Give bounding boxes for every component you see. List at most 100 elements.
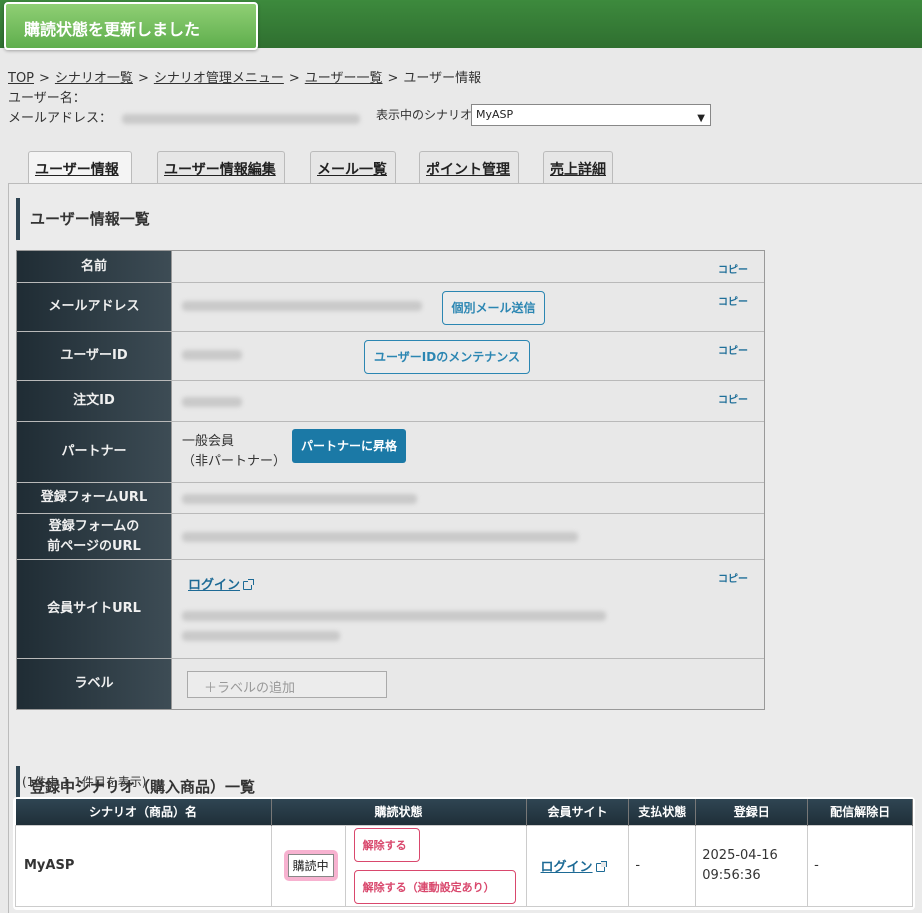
user-info-section-title: ユーザー情報一覧 (16, 198, 150, 240)
registered-date: 2025-04-16 (702, 847, 778, 863)
breadcrumb-user-list-link[interactable]: ユーザー一覧 (305, 71, 383, 86)
info-row-email: メールアドレス 個別メール送信 コピー (17, 283, 764, 332)
email-value-redacted (122, 113, 361, 124)
tab-user-info[interactable]: ユーザー情報 (28, 151, 132, 185)
info-row-form-prev-url: 登録フォームの 前ページのURL (17, 514, 764, 560)
status-badge-column: 購読中 (272, 850, 338, 881)
scenario-table-header: シナリオ（商品）名 購読状態 会員サイト 支払状態 登録日 配信解除日 (15, 799, 913, 825)
status-badge: 購読中 (287, 854, 334, 877)
member-site-cell: ログイン (525, 824, 630, 907)
info-cell-userid: ユーザーIDのメンテナンス コピー (172, 332, 764, 380)
info-header-form-url: 登録フォームURL (17, 483, 172, 513)
user-name-line: ユーザー名： (8, 87, 86, 106)
member-url-redacted-line1 (182, 611, 606, 621)
info-header-form-prev-url: 登録フォームの 前ページのURL (17, 514, 172, 559)
scenario-name-cell: MyASP (15, 824, 272, 907)
info-cell-form-prev-url (172, 514, 764, 559)
partner-status-line2: （非パートナー） (182, 454, 287, 469)
external-link-icon (243, 579, 255, 590)
cancel-subscription-button[interactable]: 解除する (353, 827, 420, 862)
breadcrumb-separator: > (288, 71, 300, 86)
info-cell-label: ＋ラベルの追加 (172, 659, 764, 709)
copy-email-button[interactable]: コピー (718, 293, 748, 308)
breadcrumb-top-link[interactable]: TOP (8, 71, 34, 86)
info-header-member-url: 会員サイトURL (17, 560, 172, 658)
breadcrumb-separator: > (387, 71, 399, 86)
page-content: TOP > シナリオ一覧 > シナリオ管理メニュー > ユーザー一覧 > ユーザー情報 ユーザー… (0, 48, 922, 913)
promote-partner-button[interactable]: パートナーに昇格 (292, 429, 406, 463)
breadcrumb-scenario-list-link[interactable]: シナリオ一覧 (55, 71, 133, 86)
info-header-label: ラベル (17, 659, 172, 709)
form-url-redacted (182, 494, 417, 504)
info-header-partner: パートナー (17, 422, 172, 482)
info-header-email: メールアドレス (17, 283, 172, 331)
userid-maintenance-button[interactable]: ユーザーIDのメンテナンス (364, 340, 530, 374)
payment-status-cell: - (628, 824, 697, 907)
col-scenario-name: シナリオ（商品）名 (15, 799, 272, 825)
breadcrumb-current: ユーザー情報 (403, 71, 482, 86)
col-registered-date: 登録日 (695, 799, 809, 825)
status-cell-inner: 購読中 解除する 解除する（連動設定あり） (272, 825, 526, 906)
partner-status: 一般会員 （非パートナー） (182, 432, 286, 472)
registered-time: 09:56:36 (702, 867, 761, 883)
email-label: メールアドレス： (8, 111, 113, 126)
status-badge-highlight: 購読中 (283, 850, 338, 881)
orderid-redacted (182, 397, 242, 407)
col-subscription-status: 購読状態 (271, 799, 527, 825)
scenario-table-highlight: シナリオ（商品）名 購読状態 会員サイト 支払状態 登録日 配信解除日 MyAS… (13, 797, 915, 910)
col-payment-status: 支払状態 (628, 799, 697, 825)
member-login-link-wrap: ログイン (188, 574, 255, 593)
info-row-orderid: 注文ID コピー (17, 381, 764, 422)
copy-member-url-button[interactable]: コピー (718, 570, 748, 585)
info-header-name: 名前 (17, 251, 172, 282)
info-row-member-url: 会員サイトURL ログイン コピー (17, 560, 764, 659)
breadcrumb-separator: > (137, 71, 149, 86)
copy-userid-button[interactable]: コピー (718, 342, 748, 357)
registered-date-cell: 2025-04-16 09:56:36 (695, 824, 809, 907)
info-row-form-url: 登録フォームURL (17, 483, 764, 514)
col-unsubscribed-date: 配信解除日 (807, 799, 913, 825)
info-cell-name: コピー (172, 251, 764, 282)
info-header-orderid: 注文ID (17, 381, 172, 421)
cancel-buttons: 解除する 解除する（連動設定あり） (344, 825, 516, 906)
info-header-userid: ユーザーID (17, 332, 172, 380)
subscription-status-cell: 購読中 解除する 解除する（連動設定あり） (270, 824, 527, 907)
tab-mail-list[interactable]: メール一覧 (310, 151, 396, 184)
add-label-input[interactable]: ＋ラベルの追加 (187, 671, 387, 698)
info-cell-partner: 一般会員 （非パートナー） パートナーに昇格 (172, 422, 764, 482)
user-info-table: 名前 コピー メールアドレス 個別メール送信 コピー ユーザーID ユーザーID… (16, 250, 765, 710)
result-count: (1件中 1-1件目を表示) (22, 775, 147, 789)
info-cell-member-url: ログイン コピー (172, 560, 764, 658)
table-row: MyASP 購読中 解除する 解除する（連動設定あり） ログイン - 2025-… (15, 824, 913, 907)
copy-name-button[interactable]: コピー (718, 261, 748, 276)
info-cell-form-url (172, 483, 764, 513)
scenario-select[interactable]: MyASP ▼ (471, 104, 711, 126)
copy-orderid-button[interactable]: コピー (718, 391, 748, 406)
chevron-down-icon: ▼ (697, 113, 705, 124)
breadcrumb: TOP > シナリオ一覧 > シナリオ管理メニュー > ユーザー一覧 > ユーザー情報 (8, 67, 481, 86)
scenario-select-label: 表示中のシナリオ (376, 108, 473, 122)
external-link-icon (595, 861, 607, 872)
tab-user-edit[interactable]: ユーザー情報編集 (157, 151, 285, 184)
member-login-link[interactable]: ログイン (188, 578, 240, 593)
scenario-select-value: MyASP (476, 108, 514, 121)
partner-status-line1: 一般会員 (182, 434, 235, 449)
member-url-redacted-line2 (182, 631, 340, 641)
scenario-table: シナリオ（商品）名 購読状態 会員サイト 支払状態 登録日 配信解除日 MyAS… (15, 799, 913, 907)
info-cell-email: 個別メール送信 コピー (172, 283, 764, 331)
cancel-linked-subscription-button[interactable]: 解除する（連動設定あり） (353, 869, 516, 904)
success-toast: 購読状態を更新しました (4, 2, 258, 50)
send-email-button[interactable]: 個別メール送信 (442, 291, 545, 325)
member-site-login-link[interactable]: ログイン (541, 860, 593, 875)
info-cell-orderid: コピー (172, 381, 764, 421)
email-redacted (182, 301, 422, 311)
tab-sales-detail[interactable]: 売上詳細 (543, 151, 613, 184)
tab-points[interactable]: ポイント管理 (419, 151, 519, 184)
info-row-name: 名前 コピー (17, 251, 764, 283)
info-row-label: ラベル ＋ラベルの追加 (17, 659, 764, 709)
userid-redacted (182, 350, 242, 360)
breadcrumb-separator: > (39, 71, 50, 86)
breadcrumb-scenario-menu-link[interactable]: シナリオ管理メニュー (154, 71, 284, 86)
form-prev-url-redacted (182, 532, 578, 542)
unsubscribed-date-cell: - (807, 824, 913, 907)
